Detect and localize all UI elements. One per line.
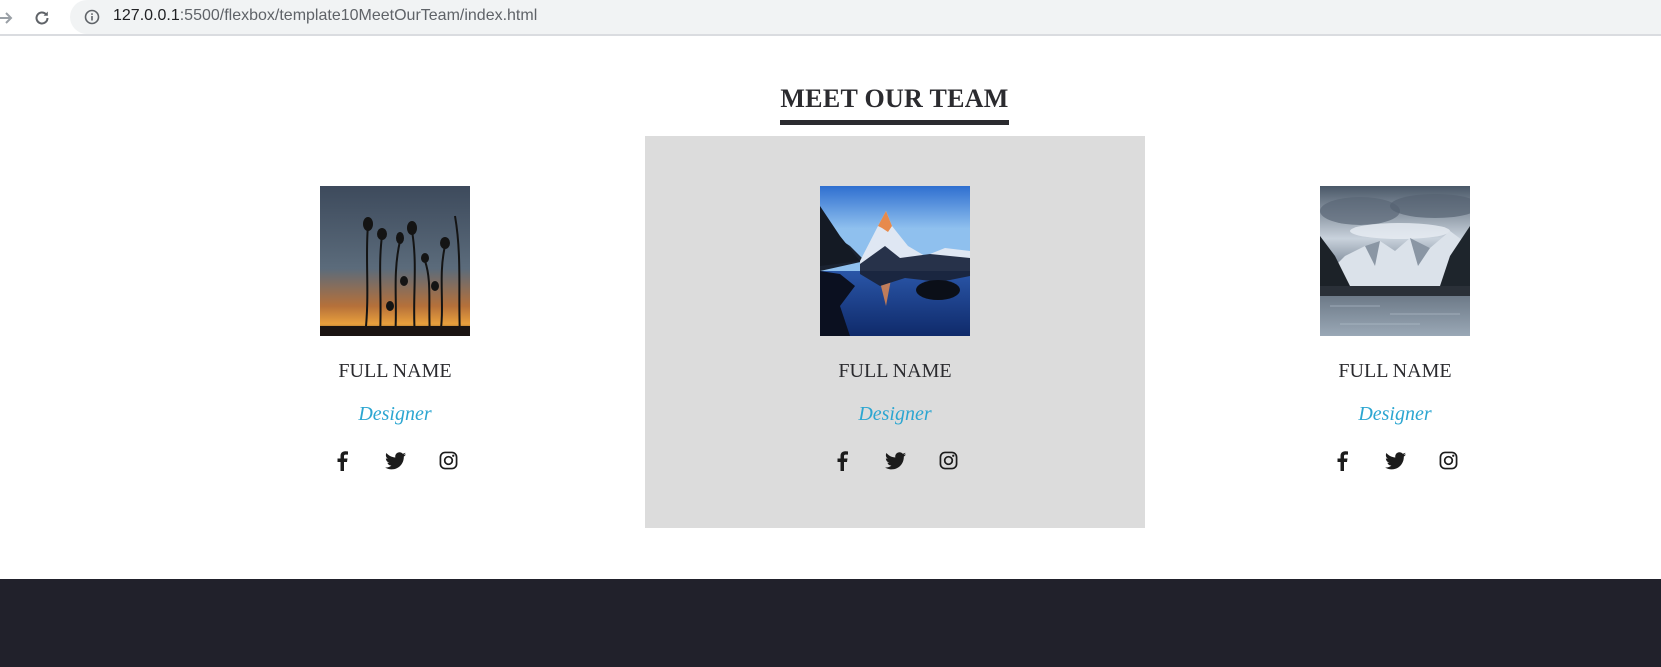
- member-name: FULL NAME: [338, 360, 452, 382]
- facebook-icon: [337, 450, 348, 471]
- page-footer: [0, 579, 1661, 667]
- site-info-icon[interactable]: [84, 9, 100, 25]
- twitter-link[interactable]: [884, 450, 906, 471]
- url-host: 127.0.0.1: [113, 7, 180, 24]
- member-photo: [820, 186, 970, 336]
- social-links: [1145, 450, 1645, 471]
- instagram-icon: [439, 451, 457, 470]
- twitter-icon: [384, 451, 406, 469]
- team-card: FULL NAME Designer: [145, 136, 645, 528]
- social-links: [145, 450, 645, 471]
- browser-toolbar: 127.0.0.1:5500/flexbox/template10MeetOur…: [0, 0, 1661, 36]
- section-title: MEET OUR TEAM: [780, 86, 1009, 125]
- member-role: Designer: [858, 403, 932, 425]
- facebook-icon: [1337, 450, 1348, 471]
- team-card: FULL NAME Designer: [1145, 136, 1645, 528]
- member-name: FULL NAME: [838, 360, 952, 382]
- facebook-link[interactable]: [832, 450, 853, 471]
- social-links: [645, 450, 1145, 471]
- url-text[interactable]: 127.0.0.1:5500/flexbox/template10MeetOur…: [113, 7, 537, 25]
- facebook-link[interactable]: [332, 450, 353, 471]
- member-role: Designer: [1358, 403, 1432, 425]
- twitter-icon: [884, 451, 906, 469]
- address-bar[interactable]: 127.0.0.1:5500/flexbox/template10MeetOur…: [70, 0, 1661, 34]
- forward-icon: [0, 12, 13, 24]
- member-photo: [1320, 186, 1470, 336]
- section-header: MEET OUR TEAM: [0, 86, 1661, 125]
- twitter-icon: [1384, 451, 1406, 469]
- reload-button[interactable]: [28, 4, 56, 32]
- facebook-link[interactable]: [1332, 450, 1353, 471]
- url-path: :5500/flexbox/template10MeetOurTeam/inde…: [179, 7, 538, 24]
- twitter-link[interactable]: [384, 450, 406, 471]
- forward-button[interactable]: [0, 4, 20, 32]
- facebook-icon: [837, 450, 848, 471]
- member-role: Designer: [358, 403, 432, 425]
- instagram-icon: [939, 451, 957, 470]
- instagram-link[interactable]: [1438, 450, 1459, 471]
- twitter-link[interactable]: [1384, 450, 1406, 471]
- instagram-link[interactable]: [438, 450, 459, 471]
- instagram-icon: [1439, 451, 1457, 470]
- member-name: FULL NAME: [1338, 360, 1452, 382]
- reload-icon: [35, 11, 49, 25]
- member-photo: [320, 186, 470, 336]
- instagram-link[interactable]: [938, 450, 959, 471]
- team-card-highlighted: FULL NAME Designer: [645, 136, 1145, 528]
